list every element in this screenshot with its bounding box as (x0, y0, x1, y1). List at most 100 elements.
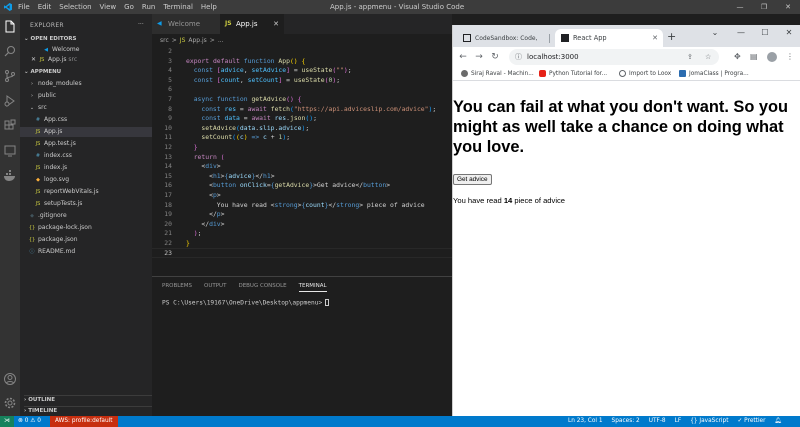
extensions-puzzle-icon[interactable]: ✥ (734, 51, 741, 63)
menu-edit[interactable]: Edit (38, 0, 52, 14)
tree-item-package-lock[interactable]: {} package-lock.json (20, 223, 152, 233)
tree-item-package-json[interactable]: {} package.json (20, 235, 152, 245)
search-icon[interactable] (3, 44, 17, 58)
tree-item-index-js[interactable]: JS index.js (20, 163, 152, 173)
eol-status[interactable]: LF (675, 416, 682, 427)
close-tab-icon[interactable]: ✕ (273, 14, 279, 34)
share-icon[interactable]: ⇪ (687, 49, 693, 65)
code-line: 8 const res = await fetch("https://api.a… (168, 104, 437, 113)
bookmark-siraj-raval[interactable]: Siraj Raval - Machin... (461, 67, 534, 81)
project-header[interactable]: ⌄ APPMENU (24, 69, 61, 75)
indentation-status[interactable]: Spaces: 2 (612, 416, 640, 427)
get-advice-button[interactable]: Get advice (453, 174, 492, 185)
new-tab-button[interactable]: + (667, 29, 676, 45)
menu-go[interactable]: Go (124, 0, 134, 14)
chrome-menu-icon[interactable]: ⋮ (786, 51, 794, 63)
open-editor-appjs[interactable]: ✕ JS App.js src (20, 55, 152, 65)
close-window-button[interactable]: ✕ (781, 28, 797, 37)
tree-item-app-test-js[interactable]: JS App.test.js (20, 139, 152, 149)
tree-item-app-css[interactable]: # App.css (20, 115, 152, 125)
code-line: 16 <button onClick={getAdvice}>Get advic… (164, 181, 391, 190)
tree-item-logo-svg[interactable]: ◆ logo.svg (20, 175, 152, 185)
tab-output[interactable]: OUTPUT (204, 283, 226, 292)
json-icon: {} (28, 225, 36, 231)
code-line: 21 ); (164, 229, 202, 238)
address-bar[interactable]: ⓘ localhost:3000 ⇪ ☆ (509, 49, 719, 65)
menu-selection[interactable]: Selection (59, 0, 91, 14)
problems-status[interactable]: ⊗ 0 ⚠ 0 (18, 416, 41, 427)
notifications-bell-icon[interactable]: 🔔︎ (775, 416, 782, 427)
tree-item-readme[interactable]: ⓘ README.md (20, 247, 152, 257)
tree-item-src[interactable]: ⌄ src (20, 103, 152, 113)
forward-icon[interactable]: → (473, 51, 485, 63)
aws-profile-status[interactable]: AWS: profile:default (50, 416, 118, 427)
open-editors-header[interactable]: ⌄ OPEN EDITORS (24, 36, 77, 42)
tab-search-icon[interactable]: ⌄ (707, 28, 723, 37)
chrome-tabstrip: CodeSandbox: Code, Re... React App ✕ + ⌄… (453, 25, 800, 61)
cursor-position[interactable]: Ln 23, Col 1 (568, 416, 603, 427)
tab-terminal[interactable]: TERMINAL (298, 283, 327, 292)
bookmark-python-tutorial[interactable]: Python Tutorial for... (539, 67, 607, 81)
files-icon[interactable] (3, 20, 17, 34)
bookmark-import-loox[interactable]: Import to Loox (619, 67, 671, 81)
more-actions-icon[interactable]: ··· (138, 21, 144, 28)
tab-problems[interactable]: PROBLEMS (162, 283, 192, 292)
code-line: 6 (168, 85, 172, 94)
encoding-status[interactable]: UTF-8 (649, 416, 666, 427)
menu-help[interactable]: Help (201, 0, 217, 14)
close-icon[interactable]: ✕ (31, 56, 36, 63)
remote-explorer-icon[interactable] (3, 144, 17, 158)
react-app-page: You can fail at what you don't want. So … (453, 82, 800, 416)
bookmark-jomaclass[interactable]: JomaClass | Progra... (679, 67, 749, 81)
terminal[interactable]: PS C:\Users\19167\OneDrive\Desktop\appme… (162, 299, 330, 307)
tab-react-app[interactable]: React App ✕ (555, 29, 663, 47)
tab-debug-console[interactable]: DEBUG CONSOLE (238, 283, 286, 292)
reload-icon[interactable]: ↻ (489, 51, 501, 63)
extensions-icon[interactable] (3, 119, 17, 133)
close-tab-icon[interactable]: ✕ (652, 29, 658, 47)
remote-indicator-icon[interactable]: ⋊ (0, 416, 14, 427)
tree-item-app-js[interactable]: JS App.js (20, 127, 152, 137)
accounts-icon[interactable] (3, 372, 17, 386)
js-icon: JS (35, 141, 41, 147)
tree-item-node-modules[interactable]: › node_modules (20, 79, 152, 89)
code-line: 5 const [count, setCount] = useState(0); (168, 75, 341, 84)
tree-item-gitignore[interactable]: ◆ .gitignore (20, 211, 152, 221)
timeline-header[interactable]: › TIMELINE (24, 406, 152, 414)
outline-header[interactable]: › OUTLINE (24, 395, 152, 403)
vscode-icon: ◀ (157, 20, 162, 27)
tree-item-public[interactable]: › public (20, 91, 152, 101)
js-icon: JS (35, 189, 41, 195)
docker-icon[interactable] (3, 169, 17, 183)
git-icon: ◆ (30, 213, 34, 219)
site-info-icon[interactable]: ⓘ (515, 49, 522, 65)
run-debug-icon[interactable] (3, 94, 17, 108)
maximize-button[interactable]: ☐ (757, 28, 773, 37)
menu-terminal[interactable]: Terminal (163, 0, 193, 14)
prettier-status[interactable]: ✓ Prettier (737, 416, 765, 427)
tree-item-index-css[interactable]: # index.css (20, 151, 152, 161)
menu-view[interactable]: View (100, 0, 117, 14)
tab-app-js[interactable]: JS App.js ✕ (220, 14, 284, 34)
language-mode[interactable]: {} JavaScript (690, 416, 728, 427)
minimize-button[interactable]: — (728, 0, 752, 14)
tree-item-setup-tests[interactable]: JS setupTests.js (20, 199, 152, 209)
vscode-titlebar: File Edit Selection View Go Run Terminal… (0, 0, 800, 14)
code-editor[interactable]: 2 3 export default function App() { 4 con… (152, 47, 452, 259)
source-control-icon[interactable] (3, 69, 17, 83)
side-panel-icon[interactable]: ▤ (750, 51, 758, 63)
open-editor-welcome[interactable]: ◀ Welcome (20, 45, 152, 55)
js-icon: JS (225, 20, 232, 27)
minimize-button[interactable]: — (733, 28, 749, 37)
manage-gear-icon[interactable] (3, 396, 17, 410)
menu-file[interactable]: File (18, 0, 30, 14)
menu-run[interactable]: Run (142, 0, 155, 14)
restore-button[interactable]: ❐ (752, 0, 776, 14)
profile-avatar[interactable] (767, 52, 777, 62)
tab-welcome[interactable]: ◀ Welcome (152, 14, 220, 34)
tree-item-report-web-vitals[interactable]: JS reportWebVitals.js (20, 187, 152, 197)
tab-codesandbox[interactable]: CodeSandbox: Code, Re... (457, 29, 547, 61)
bookmark-star-icon[interactable]: ☆ (705, 49, 711, 65)
close-window-button[interactable]: ✕ (776, 0, 800, 14)
back-icon[interactable]: ← (457, 51, 469, 63)
